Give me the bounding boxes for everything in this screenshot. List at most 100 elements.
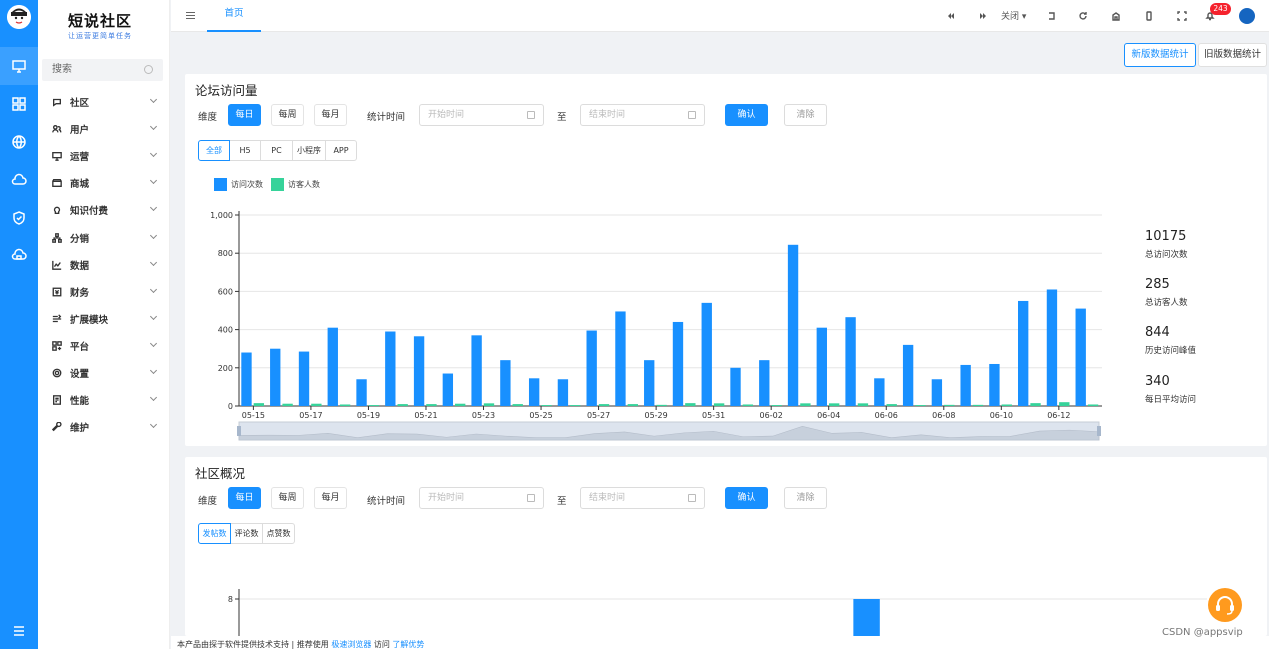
dim-monthly-button[interactable]: 每月 <box>314 104 347 126</box>
sidebar-item-2[interactable]: 运营 <box>38 145 170 167</box>
rail-menu-toggle[interactable] <box>0 612 38 649</box>
shield-icon <box>13 211 25 225</box>
sidebar-search[interactable]: 搜索 <box>42 59 163 81</box>
sidebar-item-3[interactable]: 商城 <box>38 172 170 194</box>
end-date-input[interactable]: 结束时间 <box>580 104 705 126</box>
user-avatar[interactable] <box>1239 8 1255 24</box>
scroll-right-button[interactable] <box>976 9 990 23</box>
sidebar-item-6[interactable]: 数据 <box>38 254 170 276</box>
chevron-down-icon <box>149 339 158 347</box>
avatar[interactable] <box>7 5 31 29</box>
legend-visits[interactable]: 访问次数 <box>214 178 263 191</box>
rail-globe-button[interactable] <box>0 123 38 161</box>
sidebar-item-11[interactable]: 性能 <box>38 389 170 411</box>
tab-platform-miniprogram[interactable]: 小程序 <box>292 140 326 161</box>
rail-cloud-server-button[interactable] <box>0 237 38 275</box>
scroll-left-button[interactable] <box>944 9 958 23</box>
collapse-menu-icon[interactable] <box>186 12 195 19</box>
rail-cloud-button[interactable] <box>0 161 38 199</box>
legend-swatch <box>271 178 284 191</box>
notification-badge: 243 <box>1210 3 1231 15</box>
tab-platform-h5[interactable]: H5 <box>229 140 261 161</box>
chevron-down-icon <box>149 204 158 212</box>
footer-learn-link[interactable]: 了解优势 <box>392 640 424 649</box>
start-date-input[interactable]: 开始时间 <box>419 104 544 126</box>
tab-posts[interactable]: 发帖数 <box>198 523 231 544</box>
refresh-button[interactable] <box>1076 9 1090 23</box>
old-stats-button[interactable]: 旧版数据统计 <box>1198 43 1267 67</box>
visitors-bar <box>886 404 897 406</box>
sidebar-item-5[interactable]: 分销 <box>38 227 170 249</box>
platform-icon <box>51 340 63 352</box>
dim-weekly-button[interactable]: 每周 <box>271 104 304 126</box>
sidebar-item-7[interactable]: 财务 <box>38 281 170 303</box>
visits-bar <box>557 379 569 406</box>
globe-icon <box>12 135 26 149</box>
visits-bar <box>327 327 338 406</box>
rail-shield-button[interactable] <box>0 199 38 237</box>
tab-comments[interactable]: 评论数 <box>230 523 263 544</box>
sidebar-item-12[interactable]: 维护 <box>38 416 170 438</box>
end-date-placeholder: 结束时间 <box>589 493 626 503</box>
dim-daily-button[interactable]: 每日 <box>228 104 261 126</box>
visitors-bar <box>311 403 322 406</box>
sidebar-item-0[interactable]: 社区 <box>38 91 170 113</box>
search-icon <box>144 65 153 74</box>
rail-grid-button[interactable] <box>0 85 38 123</box>
visits-bar <box>931 379 943 406</box>
brand-title: 短说社区 <box>68 12 133 30</box>
footer-browser-link[interactable]: 极速浏览器 <box>331 640 371 649</box>
sidebar-item-label: 数据 <box>70 260 90 272</box>
dim-monthly-button[interactable]: 每月 <box>314 487 347 509</box>
sidebar-item-9[interactable]: 平台 <box>38 335 170 357</box>
platform-tabs: 全部 H5 PC 小程序 APP <box>198 140 357 161</box>
rail-monitor-button[interactable] <box>0 47 38 85</box>
sidebar-item-8[interactable]: 扩展模块 <box>38 308 170 330</box>
visits-bar <box>241 352 252 406</box>
x-tick-label: 05-31 <box>702 411 725 420</box>
visits-bar <box>1046 289 1058 406</box>
users-icon <box>51 123 63 135</box>
tab-likes[interactable]: 点赞数 <box>262 523 295 544</box>
double-right-icon <box>980 13 986 19</box>
y-tick-label: 1,000 <box>210 211 233 220</box>
sidebar-item-10[interactable]: 设置 <box>38 362 170 384</box>
chevron-down-icon <box>149 312 158 320</box>
start-date-input[interactable]: 开始时间 <box>419 487 544 509</box>
start-date-placeholder: 开始时间 <box>428 493 465 503</box>
sidebar-item-label: 财务 <box>70 287 90 299</box>
dim-daily-button[interactable]: 每日 <box>228 487 261 509</box>
tab-platform-app[interactable]: APP <box>325 140 357 161</box>
clear-button[interactable]: 清除 <box>784 104 827 126</box>
exit-button[interactable] <box>1044 9 1058 23</box>
new-stats-button[interactable]: 新版数据统计 <box>1124 43 1196 67</box>
visits-bar <box>989 363 1000 406</box>
confirm-button[interactable]: 确认 <box>725 487 768 509</box>
home-button[interactable] <box>1109 9 1123 23</box>
fullscreen-button[interactable] <box>1175 9 1189 23</box>
clear-button[interactable]: 清除 <box>784 487 827 509</box>
dim-weekly-button[interactable]: 每周 <box>271 487 304 509</box>
tab-platform-pc[interactable]: PC <box>260 140 293 161</box>
extension-icon <box>51 313 63 325</box>
visitors-bar <box>713 403 725 406</box>
visits-bar <box>1075 308 1086 406</box>
legend-swatch <box>214 178 227 191</box>
zoom-handle-left <box>237 426 241 436</box>
y-tick-label: 0 <box>228 402 233 411</box>
stat-peak-visits-label: 历史访问峰值 <box>1145 346 1197 356</box>
x-tick-label: 06-04 <box>817 411 840 420</box>
customer-service-button[interactable] <box>1208 588 1242 622</box>
end-date-input[interactable]: 结束时间 <box>580 487 705 509</box>
tab-platform-all[interactable]: 全部 <box>198 140 230 161</box>
mobile-button[interactable] <box>1142 9 1156 23</box>
confirm-button[interactable]: 确认 <box>725 104 768 126</box>
visits-bar <box>442 373 454 406</box>
sidebar-item-1[interactable]: 用户 <box>38 118 170 140</box>
tab-home[interactable]: 首页 <box>207 0 261 32</box>
bulb-icon <box>51 204 63 216</box>
close-tabs-dropdown[interactable]: 关闭 ▾ <box>1001 9 1026 22</box>
sidebar-item-4[interactable]: 知识付费 <box>38 199 170 221</box>
legend-visitors[interactable]: 访客人数 <box>271 178 320 191</box>
y-tick-label: 600 <box>218 287 233 296</box>
